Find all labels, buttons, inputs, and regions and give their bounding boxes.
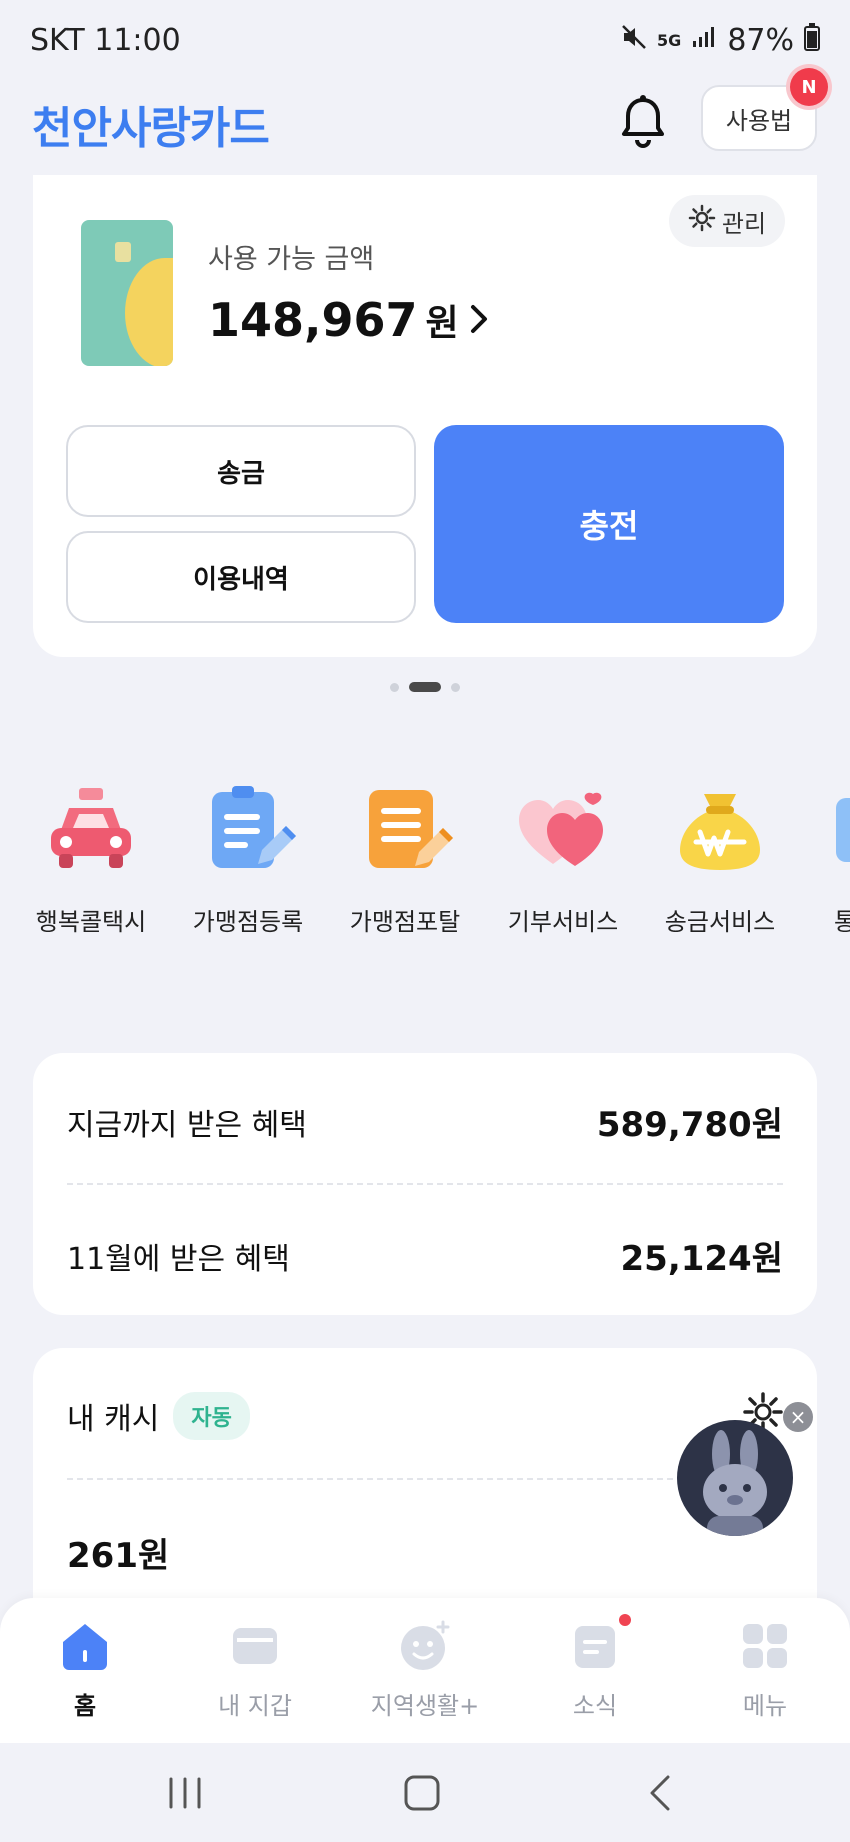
- status-icons: 5G 87%: [621, 22, 820, 58]
- divider: [67, 1478, 783, 1480]
- nav-local-life[interactable]: 지역생활+: [340, 1620, 510, 1721]
- available-label: 사용 가능 금액: [208, 244, 375, 275]
- notification-dot: [619, 1614, 631, 1626]
- mute-icon: [621, 24, 647, 57]
- battery-icon: [804, 22, 820, 58]
- month-benefit-label: 11월에 받은 혜택: [67, 1241, 290, 1277]
- pager-dot: [390, 682, 399, 692]
- pager-dots: [0, 682, 850, 692]
- grid-menu-icon: [739, 1620, 791, 1672]
- pager-dot: [451, 682, 460, 692]
- nav-label: 지역생활+: [370, 1692, 480, 1720]
- status-bar: SKT 11:00 5G 87%: [0, 0, 850, 80]
- document-pen-icon: [355, 780, 455, 880]
- auto-badge: 자동: [173, 1392, 250, 1440]
- charge-button[interactable]: 충전: [434, 425, 784, 623]
- quick-item-donation[interactable]: 기부서비스: [488, 780, 638, 937]
- quick-label: 송금서비스: [664, 908, 776, 936]
- currency: 원: [425, 303, 459, 344]
- home-system-icon[interactable]: [392, 1773, 452, 1813]
- nav-news[interactable]: 소식: [510, 1614, 680, 1721]
- nav-menu[interactable]: 메뉴: [680, 1620, 850, 1721]
- recent-apps-icon[interactable]: [155, 1773, 215, 1813]
- cash-title-row: 내 캐시 자동: [67, 1392, 250, 1440]
- nav-label: 소식: [572, 1692, 618, 1720]
- history-button[interactable]: 이용내역: [66, 531, 416, 623]
- month-benefit-row: 11월에 받은 혜택 25,124원: [67, 1231, 783, 1280]
- bottom-nav: 홈 내 지갑 지역생활+ 소식 메뉴: [0, 1598, 850, 1743]
- nav-label: 메뉴: [742, 1692, 788, 1720]
- benefits-card[interactable]: 지금까지 받은 혜택 589,780원 11월에 받은 혜택 25,124원: [33, 1053, 817, 1315]
- balance-card: 관리 사용 가능 금액 148,967 원 송금 이용내역 충전: [33, 175, 817, 657]
- quick-item-merchant-portal[interactable]: 가맹점포탈: [330, 780, 480, 937]
- quick-menu: 행복콜택시 가맹점등록 가맹점포탈 기부서비스 송금서비스 통: [0, 780, 850, 940]
- system-nav-bar: [0, 1743, 850, 1842]
- chevron-right-icon: [467, 293, 491, 347]
- wallet-icon: [229, 1620, 281, 1672]
- back-icon[interactable]: [632, 1773, 692, 1813]
- send-button[interactable]: 송금: [66, 425, 416, 517]
- cash-amount: 261원: [67, 1536, 170, 1576]
- gear-icon: [688, 204, 716, 238]
- money-bag-icon: [670, 780, 770, 880]
- carrier-time: SKT 11:00: [30, 22, 181, 58]
- smile-plus-icon: [399, 1620, 451, 1672]
- quick-label: 가맹점포탈: [349, 908, 461, 936]
- network-5g-icon: 5G: [657, 30, 682, 50]
- partial-icon: [800, 780, 850, 880]
- hearts-icon: [513, 780, 613, 880]
- quick-item-remittance[interactable]: 송금서비스: [645, 780, 795, 937]
- close-icon[interactable]: ×: [783, 1402, 813, 1432]
- total-benefit-value: 589,780원: [596, 1105, 783, 1145]
- cash-title: 내 캐시: [67, 1402, 160, 1437]
- signal-icon: [691, 25, 717, 56]
- available-amount[interactable]: 148,967 원: [208, 293, 491, 347]
- quick-label: 행복콜택시: [35, 908, 147, 936]
- month-benefit-value: 25,124원: [620, 1239, 783, 1279]
- bell-icon[interactable]: [618, 92, 668, 152]
- nav-home[interactable]: 홈: [0, 1620, 170, 1721]
- quick-item-taxi[interactable]: 행복콜택시: [16, 780, 166, 937]
- home-icon: [59, 1620, 111, 1672]
- app-header: 천안사랑카드 사용법 N: [0, 68, 850, 190]
- total-benefit-label: 지금까지 받은 혜택: [67, 1107, 307, 1143]
- quick-label: 가맹점등록: [192, 908, 304, 936]
- nav-wallet[interactable]: 내 지갑: [170, 1620, 340, 1721]
- app-title: 천안사랑카드: [32, 103, 270, 154]
- clipboard-pen-icon: [198, 780, 298, 880]
- chatbot-bunny-button[interactable]: [677, 1420, 793, 1536]
- quick-item-partial[interactable]: 통: [800, 780, 850, 937]
- total-benefit-row: 지금까지 받은 혜택 589,780원: [67, 1097, 783, 1146]
- pager-dot-active: [409, 682, 441, 692]
- manage-button[interactable]: 관리: [669, 195, 785, 247]
- taxi-icon: [41, 780, 141, 880]
- new-badge: N: [790, 68, 828, 106]
- quick-item-merchant-register[interactable]: 가맹점등록: [173, 780, 323, 937]
- manage-label: 관리: [721, 209, 767, 238]
- amount-value: 148,967: [208, 293, 418, 347]
- divider: [67, 1183, 783, 1185]
- nav-label: 홈: [73, 1692, 97, 1720]
- quick-label: 통: [834, 908, 850, 936]
- card-image[interactable]: [81, 220, 173, 366]
- news-icon: [569, 1614, 631, 1672]
- battery-percent: 87%: [727, 22, 794, 58]
- quick-label: 기부서비스: [507, 908, 619, 936]
- nav-label: 내 지갑: [218, 1692, 292, 1720]
